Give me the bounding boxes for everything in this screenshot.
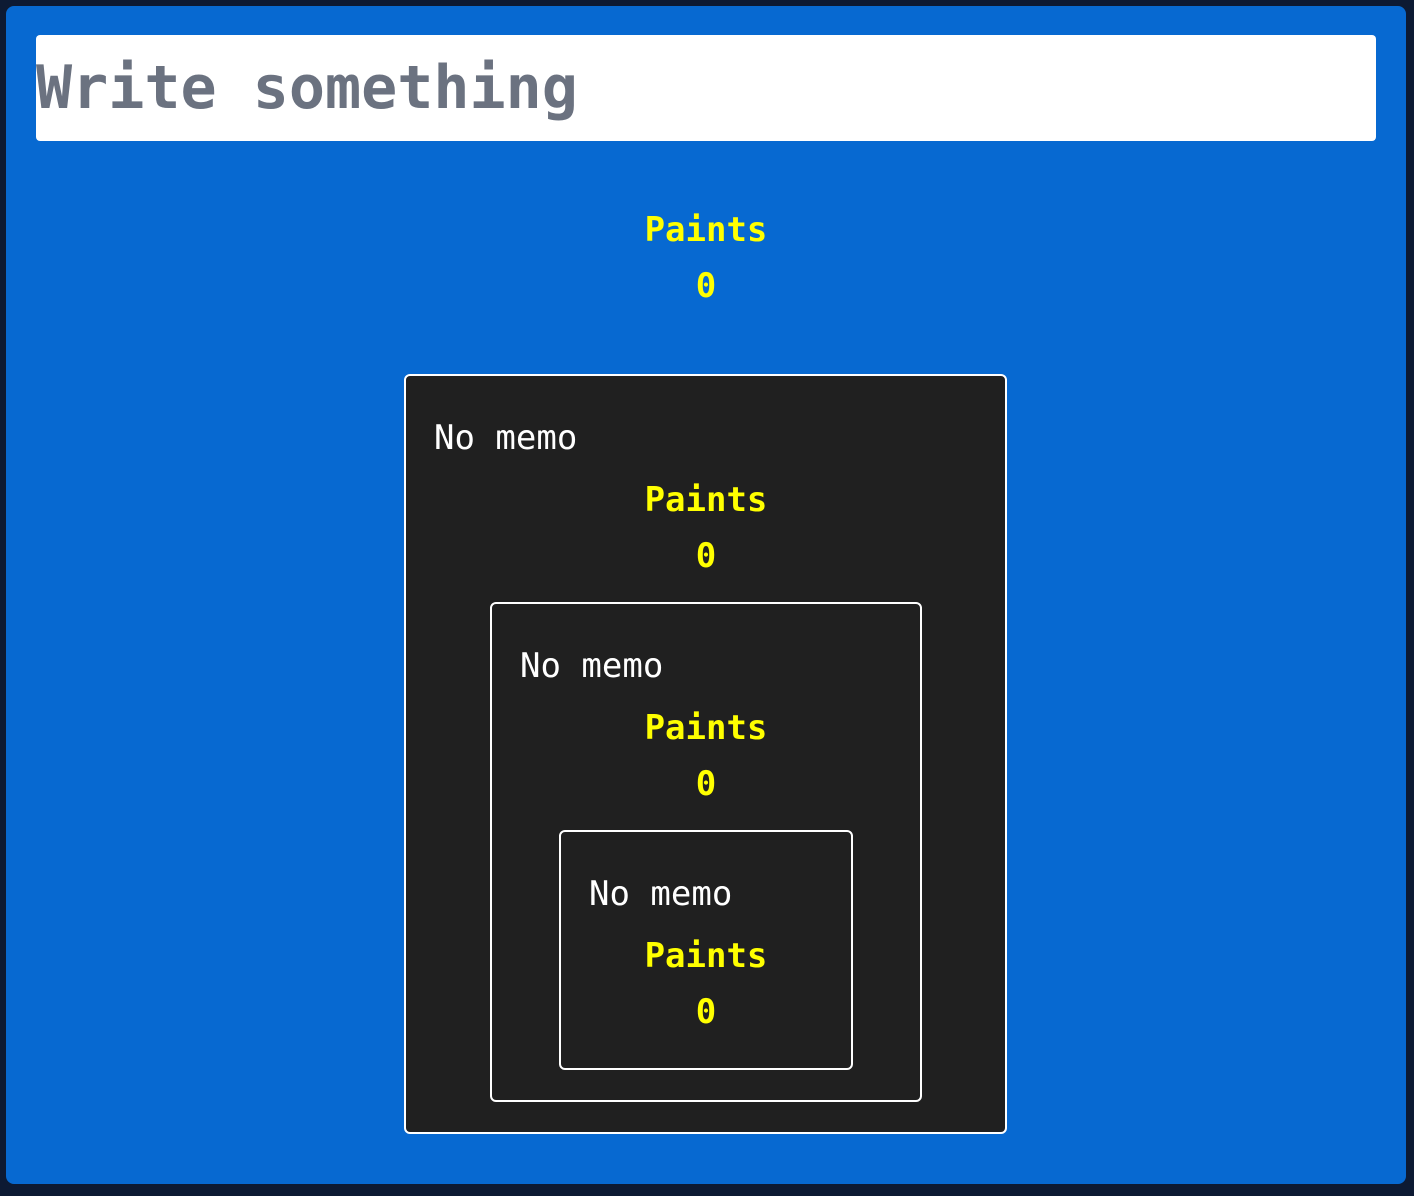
paint-counter-label: Paints [644,936,768,976]
memo-box-level-2: No memo Paints 0 No memo Paints 0 [490,602,922,1102]
paint-counter-value: 0 [695,764,717,804]
paint-counter-value: 0 [695,992,717,1032]
box-label: No memo [520,646,664,686]
paint-counter: Paints 0 [606,472,806,584]
text-input[interactable] [36,35,1376,141]
box-label: No memo [589,874,733,914]
memo-box-level-3: No memo Paints 0 [559,830,853,1070]
paint-counter: Paints 0 [606,928,806,1040]
paint-counter-label: Paints [644,210,768,250]
paint-counter-label: Paints [644,480,768,520]
paint-counter-value: 0 [695,536,717,576]
memo-box-level-1: No memo Paints 0 No memo Paints 0 No mem… [404,374,1007,1134]
app-container: Paints 0 No memo Paints 0 No memo Paints… [6,6,1406,1184]
paint-counter: Paints 0 [606,700,806,812]
box-label: No memo [434,418,578,458]
paint-counter-label: Paints [644,708,768,748]
root-paint-counter: Paints 0 [606,202,806,314]
paint-counter-value: 0 [695,266,717,306]
